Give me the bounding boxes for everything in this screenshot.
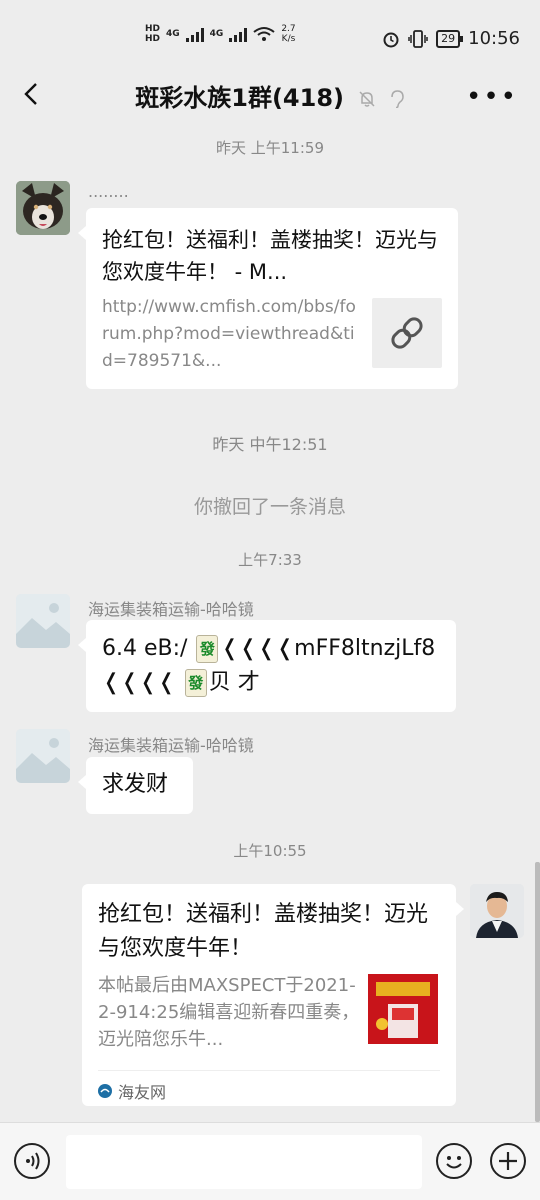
promo-thumbnail-image: [368, 974, 438, 1044]
hd-indicators: HD HD: [145, 24, 160, 44]
person-avatar-image: [470, 884, 524, 938]
message-line-2: ❬❬❬❬ 發贝 才: [102, 666, 440, 700]
card-source: 海友网: [98, 1079, 166, 1103]
mahjong-tile-icon: 發: [184, 669, 207, 697]
signal-icon: [229, 26, 248, 42]
scrollbar[interactable]: [535, 862, 540, 1122]
text-segment: ❬❬❬❬mFF8ltnzjLf8: [220, 636, 436, 661]
image-placeholder-icon: [16, 594, 70, 648]
source-logo-icon: [98, 1084, 112, 1098]
voice-icon: [26, 1152, 40, 1170]
vibrate-icon: [408, 29, 428, 48]
timestamp: 昨天 中午12:51: [212, 435, 328, 454]
ear-icon: [390, 90, 404, 109]
voice-input-button[interactable]: [14, 1143, 50, 1179]
more-functions-button[interactable]: [490, 1143, 526, 1179]
text-segment: ❬❬❬❬: [102, 670, 183, 695]
hd-badge: HD: [145, 34, 161, 44]
link-icon: [391, 317, 423, 349]
timestamp: 昨天 上午11:59: [216, 139, 324, 157]
mute-bell-icon: [359, 91, 375, 107]
mahjong-tile-icon: 發: [196, 635, 219, 663]
sender-name: ........: [88, 182, 129, 201]
more-options-button[interactable]: •••: [466, 82, 518, 112]
clock: 10:56: [468, 28, 520, 49]
chat-title: 斑彩水族1群(418): [135, 84, 344, 112]
image-placeholder-icon: [16, 729, 70, 783]
chat-header: 斑彩水族1群(418) •••: [0, 62, 540, 126]
network-speed: 2.7 K/s: [281, 24, 295, 44]
lte-label: 4G: [166, 29, 180, 39]
link-card-description: 本帖最后由MAXSPECT于2021-2-914:25编辑喜迎新春四重奏，迈光陪…: [98, 975, 360, 1050]
card-source-name: 海友网: [118, 1083, 167, 1102]
avatar-placeholder[interactable]: [16, 594, 70, 648]
status-left: HD HD 4G 4G 2.7 K/s: [145, 24, 296, 44]
link-thumbnail: [372, 298, 442, 368]
link-card-title: 抢红包！送福利！盖楼抽奖！迈光与您欢度牛年！: [98, 902, 429, 961]
lte-label: 4G: [209, 29, 224, 39]
sender-name: 海运集装箱运输-哈哈镜: [88, 736, 254, 755]
avatar-self[interactable]: [470, 884, 524, 938]
chat-title-wrap: 斑彩水族1群(418): [0, 78, 540, 113]
text-message[interactable]: 6.4 eB:/ 發 ❬❬❬❬mFF8ltnzjLf8 ❬❬❬❬ 發贝 才: [78, 620, 456, 712]
timestamp: 上午7:33: [238, 551, 302, 569]
plus-icon: [499, 1152, 517, 1170]
link-card-title: 抢红包！送福利！盖楼抽奖！迈光与您欢度牛年！ - M...: [102, 228, 438, 284]
text-message[interactable]: 求发财: [78, 757, 193, 814]
wifi-icon: [253, 27, 275, 41]
net-speed-value: 2.7: [281, 24, 296, 34]
text-segment: 6.4 eB:/: [102, 636, 195, 661]
message-text: 求发财: [102, 772, 169, 797]
status-right: 29 10:56: [382, 28, 520, 49]
link-card-message[interactable]: 抢红包！送福利！盖楼抽奖！迈光与您欢度牛年！ - M... http://www…: [78, 208, 458, 389]
emoji-icon: [446, 1156, 462, 1169]
message-line-1: 6.4 eB:/ 發 ❬❬❬❬mFF8ltnzjLf8: [102, 632, 440, 666]
link-card-message[interactable]: 抢红包！送福利！盖楼抽奖！迈光与您欢度牛年！ 本帖最后由MAXSPECT于202…: [82, 884, 464, 1106]
emoji-button[interactable]: [436, 1143, 472, 1179]
avatar-dog[interactable]: [16, 181, 70, 235]
message-text: 6.4 eB:/ 發 ❬❬❬❬mFF8ltnzjLf8 ❬❬❬❬ 發贝 才: [86, 620, 456, 712]
input-bar: [0, 1122, 540, 1200]
avatar-placeholder[interactable]: [16, 729, 70, 783]
message-input[interactable]: [66, 1135, 422, 1189]
link-thumbnail: [368, 974, 438, 1044]
battery-icon: 29: [436, 29, 464, 48]
card-divider: [98, 1070, 440, 1071]
dog-avatar-image: [16, 181, 70, 235]
hd-badge: HD: [145, 24, 161, 34]
recall-notice: 你撤回了一条消息: [193, 496, 346, 518]
alarm-icon: [383, 32, 399, 47]
link-card-url: http://www.cmfish.com/bbs/forum.php?mod=…: [102, 297, 356, 371]
text-segment: 贝 才: [208, 670, 260, 695]
sender-name: 海运集装箱运输-哈哈镜: [88, 600, 254, 619]
signal-icon: [185, 26, 204, 42]
net-speed-unit: K/s: [281, 34, 296, 44]
timestamp: 上午10:55: [233, 842, 307, 860]
